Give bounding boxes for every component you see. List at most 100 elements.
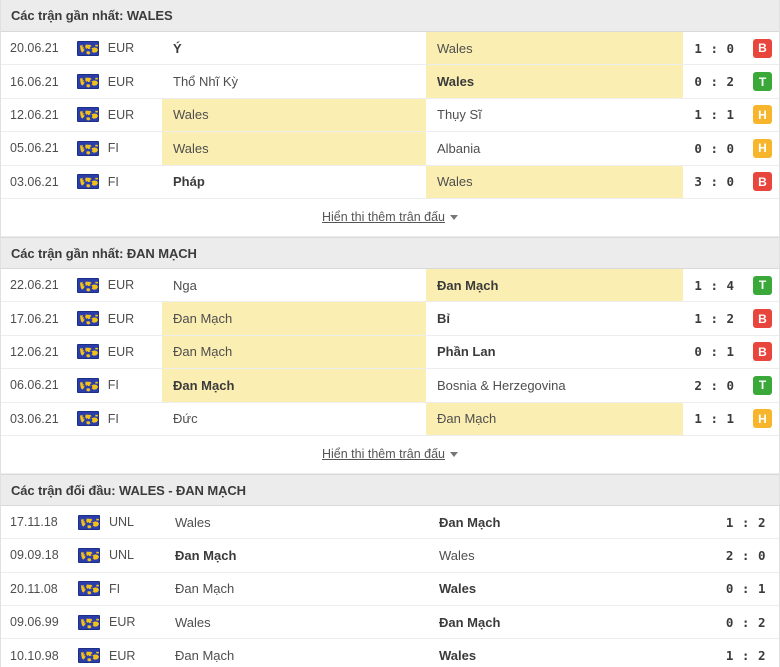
away-team[interactable]: Phần Lan bbox=[426, 336, 683, 368]
result-badge-cell: B bbox=[746, 32, 779, 64]
competition-code: EUR bbox=[107, 74, 135, 89]
show-more-link[interactable]: Hiển thị thêm trận đấu bbox=[322, 210, 458, 224]
away-team[interactable]: Đan Mạch bbox=[428, 606, 685, 638]
match-score: 0 : 0 bbox=[694, 140, 735, 156]
competition-flag-cell bbox=[72, 269, 108, 301]
home-team[interactable]: Đức bbox=[162, 403, 426, 435]
home-team[interactable]: Đan Mạch bbox=[162, 369, 426, 402]
table-row: 09.09.18 UNL Đan Mạch Wales 2 : 0 bbox=[1, 539, 779, 573]
match-date: 17.06.21 bbox=[10, 311, 59, 326]
away-team[interactable]: Wales bbox=[426, 32, 683, 65]
match-date: 06.06.21 bbox=[10, 378, 59, 393]
competition-code: EUR bbox=[107, 311, 135, 326]
away-team[interactable]: Wales bbox=[426, 65, 683, 98]
result-badge-cell: T bbox=[746, 369, 779, 401]
competition-code: FI bbox=[107, 174, 119, 189]
match-score: 1 : 2 bbox=[694, 311, 735, 327]
home-team[interactable]: Đan Mạch bbox=[162, 302, 426, 335]
table-row: 22.06.21 EUR Nga Đan Mạch 1 : 4 T bbox=[1, 268, 779, 303]
competition-code: EUR bbox=[107, 344, 135, 359]
match-row-list: 22.06.21 EUR Nga Đan Mạch 1 : 4 T 17.06.21 EU… bbox=[1, 268, 779, 436]
status-badge: T bbox=[753, 375, 772, 395]
show-more-bar: Hiển thị thêm trận đấu bbox=[1, 198, 779, 237]
match-date: 05.06.21 bbox=[10, 141, 59, 156]
away-team[interactable]: Albania bbox=[426, 132, 683, 164]
competition-flag-cell bbox=[73, 506, 109, 538]
globe-icon bbox=[78, 648, 100, 664]
result-badge-cell: B bbox=[746, 336, 779, 368]
chevron-down-icon[interactable] bbox=[450, 451, 458, 457]
competition-flag-cell bbox=[72, 166, 108, 198]
home-team[interactable]: Đan Mạch bbox=[164, 539, 428, 571]
competition-code: UNL bbox=[109, 548, 135, 563]
home-team[interactable]: Thổ Nhĩ Kỳ bbox=[162, 65, 426, 97]
home-team[interactable]: Đan Mạch bbox=[164, 639, 428, 667]
home-team[interactable]: Ý bbox=[162, 32, 426, 64]
table-row: 06.06.21 FI Đan Mạch Bosnia & Herzegovina 2… bbox=[1, 369, 779, 403]
competition-flag-cell bbox=[73, 639, 109, 667]
match-score: 3 : 0 bbox=[694, 174, 735, 190]
away-team[interactable]: Đan Mạch bbox=[428, 506, 685, 538]
competition-flag-cell bbox=[72, 336, 108, 368]
home-team[interactable]: Wales bbox=[162, 132, 426, 165]
competition-code: EUR bbox=[107, 107, 135, 122]
status-badge: B bbox=[753, 172, 772, 192]
competition-code: FI bbox=[107, 411, 119, 426]
competition-flag-cell bbox=[73, 573, 109, 605]
away-team[interactable]: Wales bbox=[428, 639, 685, 667]
section-header: Các trận đối đầu: WALES - ĐAN MẠCH bbox=[1, 473, 779, 506]
table-row: 17.06.21 EUR Đan Mạch Bỉ 1 : 2 B bbox=[1, 302, 779, 336]
competition-flag-cell bbox=[72, 99, 108, 131]
competition-flag-cell bbox=[73, 606, 109, 638]
home-team[interactable]: Đan Mạch bbox=[164, 573, 428, 605]
status-badge: H bbox=[753, 105, 772, 125]
competition-flag-cell bbox=[72, 369, 108, 401]
match-score: 1 : 2 bbox=[725, 514, 766, 530]
table-row: 12.06.21 EUR Đan Mạch Phần Lan 0 : 1 B bbox=[1, 335, 779, 370]
competition-code: FI bbox=[107, 378, 119, 393]
show-more-link[interactable]: Hiển thị thêm trận đấu bbox=[322, 447, 458, 461]
globe-icon bbox=[77, 277, 100, 293]
table-row: 10.10.98 EUR Đan Mạch Wales 1 : 2 bbox=[1, 639, 779, 667]
home-team[interactable]: Wales bbox=[164, 506, 428, 538]
away-team[interactable]: Bosnia & Herzegovina bbox=[426, 369, 683, 401]
result-badge-cell: H bbox=[746, 403, 779, 435]
result-badge-cell: H bbox=[746, 99, 779, 131]
match-score: 1 : 1 bbox=[694, 411, 735, 427]
show-more-label: Hiển thị thêm trận đấu bbox=[322, 210, 445, 225]
away-team[interactable]: Wales bbox=[426, 165, 683, 198]
match-score: 2 : 0 bbox=[694, 377, 735, 393]
away-team[interactable]: Wales bbox=[428, 573, 685, 605]
globe-icon bbox=[78, 547, 100, 563]
globe-icon bbox=[77, 74, 100, 90]
competition-code: EUR bbox=[107, 41, 135, 56]
match-score: 0 : 2 bbox=[694, 74, 735, 90]
away-team[interactable]: Thụy Sĩ bbox=[426, 99, 683, 131]
match-date: 12.06.21 bbox=[10, 344, 59, 359]
match-date: 17.11.18 bbox=[10, 515, 58, 530]
globe-icon bbox=[77, 40, 100, 56]
home-team[interactable]: Wales bbox=[164, 606, 428, 638]
away-team[interactable]: Wales bbox=[428, 539, 685, 571]
match-date: 10.10.98 bbox=[10, 648, 59, 663]
away-team[interactable]: Bỉ bbox=[426, 302, 683, 334]
home-team[interactable]: Pháp bbox=[162, 166, 426, 198]
result-badge-cell: B bbox=[746, 302, 779, 334]
home-team[interactable]: Wales bbox=[162, 98, 426, 132]
home-team[interactable]: Đan Mạch bbox=[162, 335, 426, 369]
match-date: 09.06.99 bbox=[10, 615, 59, 630]
home-team[interactable]: Nga bbox=[162, 269, 426, 301]
section-header: Các trận gần nhất: WALES bbox=[1, 0, 779, 32]
match-score: 1 : 0 bbox=[694, 40, 735, 56]
match-section: Các trận gần nhất: WALES 20.06.21 EUR Ý Wal… bbox=[1, 0, 779, 237]
match-date: 12.06.21 bbox=[10, 107, 59, 122]
globe-icon bbox=[77, 377, 100, 393]
show-more-bar: Hiển thị thêm trận đấu bbox=[1, 435, 779, 474]
away-team[interactable]: Đan Mạch bbox=[426, 402, 683, 435]
away-team[interactable]: Đan Mạch bbox=[426, 268, 683, 302]
competition-flag-cell bbox=[72, 302, 108, 334]
chevron-down-icon[interactable] bbox=[450, 214, 458, 220]
match-score: 1 : 1 bbox=[694, 107, 735, 123]
match-score: 2 : 0 bbox=[725, 547, 766, 563]
competition-flag-cell bbox=[73, 539, 109, 571]
